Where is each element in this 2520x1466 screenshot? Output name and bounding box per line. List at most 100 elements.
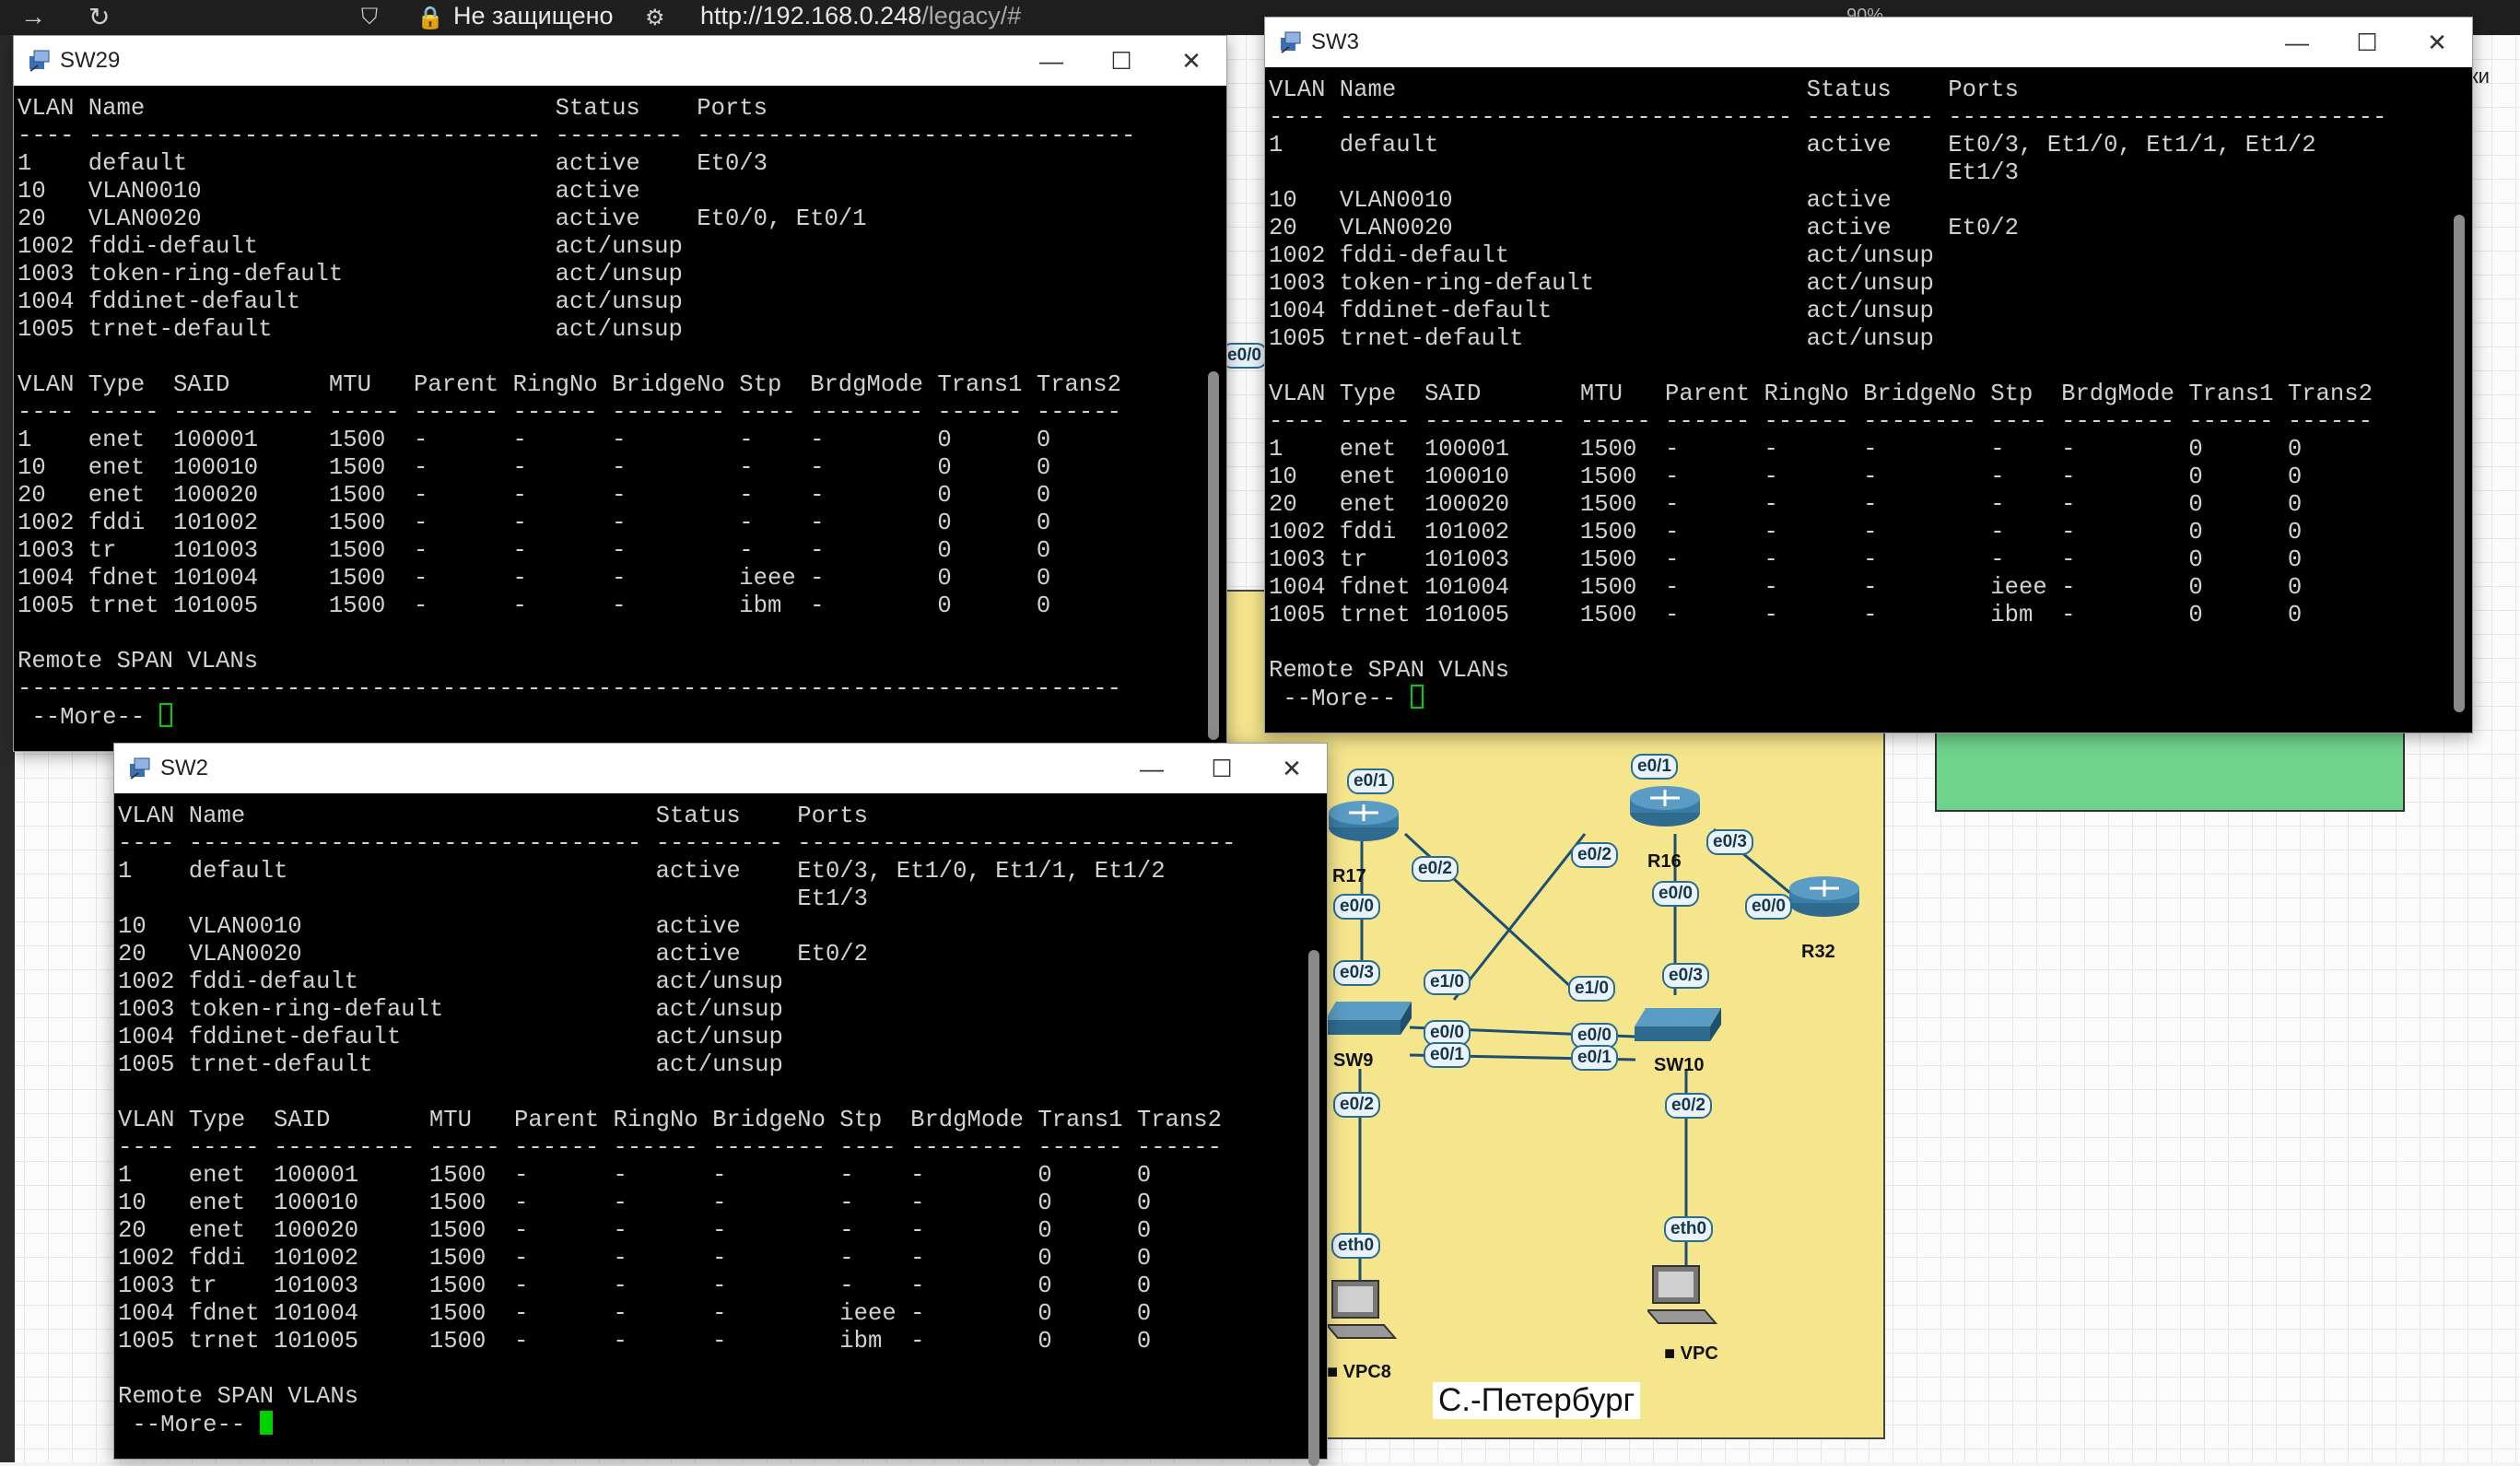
terminal-line: VLAN Name Status Ports — [1269, 76, 2020, 103]
terminal-line: 1005 trnet-default act/unsup — [1269, 325, 1934, 352]
scrollbar[interactable] — [1301, 793, 1327, 1466]
terminal-line: 20 enet 100020 1500 - - - - - 0 0 — [118, 1217, 1152, 1244]
port-label: e0/1 — [1571, 1045, 1618, 1071]
switch-icon[interactable] — [1633, 997, 1725, 1043]
port-label: e0/3 — [1706, 829, 1753, 855]
terminal-line: 10 VLAN0010 active — [118, 913, 741, 940]
terminal-line: Remote SPAN VLANs — [1269, 657, 1510, 684]
port-label: eth0 — [1664, 1216, 1714, 1242]
terminal-line: 20 enet 100020 1500 - - - - - 0 0 — [18, 482, 1051, 509]
terminal-line: 1003 tr 101003 1500 - - - - - 0 0 — [118, 1272, 1152, 1299]
maximize-icon[interactable]: ☐ — [1187, 747, 1257, 790]
router-icon[interactable] — [1628, 785, 1702, 831]
terminal-line: ---- ----- ---------- ----- ------ -----… — [1269, 408, 2373, 435]
port-label: e0/3 — [1333, 960, 1380, 986]
terminal-line: 1 default active Et0/3, Et1/0, Et1/1, Et… — [118, 858, 1166, 885]
terminal-cursor — [1410, 685, 1424, 709]
device-label-r16: R16 — [1647, 851, 1682, 872]
terminal-line: VLAN Type SAID MTU Parent RingNo BridgeN… — [18, 371, 1121, 398]
more-prompt: --More-- — [18, 703, 1201, 732]
terminal-line: 1002 fddi 101002 1500 - - - - - 0 0 — [18, 510, 1051, 536]
port-label: e1/0 — [1568, 976, 1615, 1002]
maximize-icon[interactable]: ☐ — [1086, 40, 1156, 82]
terminal-line: VLAN Type SAID MTU Parent RingNo BridgeN… — [118, 1107, 1222, 1133]
terminal-line: 1 default active Et0/3 — [18, 150, 768, 177]
terminal-output[interactable]: VLAN Name Status Ports ---- -------------… — [1265, 67, 2446, 733]
maximize-icon[interactable]: ☐ — [2332, 21, 2402, 64]
terminal-window-sw3[interactable]: SW3 — ☐ ✕ VLAN Name Status Ports ---- ---… — [1264, 17, 2473, 733]
port-label: e0/2 — [1665, 1093, 1712, 1119]
terminal-line: VLAN Name Status Ports — [118, 803, 869, 829]
terminal-line: VLAN Type SAID MTU Parent RingNo BridgeN… — [1269, 381, 2373, 407]
pc-icon[interactable] — [1647, 1262, 1721, 1336]
device-label-r32: R32 — [1801, 942, 1835, 962]
port-label: e0/2 — [1412, 856, 1459, 882]
switch-icon[interactable] — [1323, 991, 1415, 1037]
terminal-line: 1003 tr 101003 1500 - - - - - 0 0 — [18, 537, 1051, 564]
terminal-line: 1005 trnet 101005 1500 - - - ibm - 0 0 — [118, 1328, 1152, 1355]
terminal-line: 1 enet 100001 1500 - - - - - 0 0 — [18, 427, 1051, 453]
scrollbar-thumb[interactable] — [2454, 215, 2465, 712]
more-prompt: --More-- — [118, 1411, 1301, 1439]
window-titlebar[interactable]: SW29 — ☐ ✕ — [14, 36, 1226, 86]
device-label-r17: R17 — [1332, 866, 1366, 886]
terminal-output[interactable]: VLAN Name Status Ports ---- -------------… — [14, 86, 1201, 751]
more-prompt: --More-- — [1269, 685, 2446, 713]
terminal-line: ---- -------------------------------- --… — [118, 830, 1237, 857]
window-titlebar[interactable]: SW2 — ☐ ✕ — [114, 744, 1327, 793]
minimize-icon[interactable]: — — [1016, 40, 1086, 82]
terminal-line: 1004 fddinet-default act/unsup — [118, 1024, 783, 1050]
close-icon[interactable]: ✕ — [1156, 40, 1226, 82]
vpc-name: VPC — [1680, 1343, 1718, 1364]
minimize-icon[interactable]: — — [1117, 747, 1187, 790]
window-title: SW3 — [1311, 29, 1360, 54]
minimize-icon[interactable]: — — [2262, 21, 2332, 64]
terminal-line: 1004 fdnet 101004 1500 - - - ieee - 0 0 — [118, 1300, 1152, 1327]
port-label: e0/1 — [1424, 1042, 1471, 1068]
terminal-line: 1003 token-ring-default act/unsup — [18, 261, 683, 287]
port-label: e0/0 — [1652, 881, 1699, 907]
terminal-app-icon — [130, 757, 150, 780]
terminal-line: 1004 fddinet-default act/unsup — [1269, 298, 1934, 324]
terminal-line: ---- -------------------------------- --… — [18, 123, 1136, 149]
device-label-vpc: ■ VPC — [1664, 1343, 1718, 1364]
terminal-line: 1 enet 100001 1500 - - - - - 0 0 — [1269, 436, 2303, 463]
terminal-line: 1002 fddi-default act/unsup — [18, 233, 683, 260]
terminal-line: 1004 fddinet-default act/unsup — [18, 288, 683, 315]
terminal-line: 1003 tr 101003 1500 - - - - - 0 0 — [1269, 546, 2303, 573]
pc-icon[interactable] — [1327, 1277, 1401, 1351]
device-label-vpc8: ■ VPC8 — [1327, 1362, 1391, 1382]
terminal-line: 10 enet 100010 1500 - - - - - 0 0 — [18, 454, 1051, 481]
port-label: e0/0 — [1221, 343, 1268, 369]
terminal-window-sw2[interactable]: SW2 — ☐ ✕ VLAN Name Status Ports ---- ---… — [113, 743, 1328, 1466]
terminal-line: 1002 fddi 101002 1500 - - - - - 0 0 — [1269, 519, 2303, 545]
port-label: e0/0 — [1745, 894, 1792, 920]
terminal-line: 1 default active Et0/3, Et1/0, Et1/1, Et… — [1269, 132, 2316, 158]
close-icon[interactable]: ✕ — [2402, 21, 2472, 64]
terminal-line: 1005 trnet-default act/unsup — [18, 316, 683, 343]
scrollbar[interactable] — [1201, 86, 1226, 751]
router-icon[interactable] — [1327, 800, 1401, 846]
terminal-line: 1005 trnet-default act/unsup — [118, 1051, 783, 1078]
terminal-line: Remote SPAN VLANs — [118, 1383, 359, 1410]
terminal-line: 20 VLAN0020 active Et0/2 — [1269, 215, 2020, 241]
router-icon[interactable] — [1787, 875, 1861, 921]
terminal-output[interactable]: VLAN Name Status Ports ---- -------------… — [114, 793, 1301, 1459]
scrollbar[interactable] — [2446, 67, 2472, 733]
port-label: e1/0 — [1424, 969, 1471, 995]
scrollbar-thumb[interactable] — [1208, 371, 1219, 740]
port-label: e0/1 — [1347, 768, 1394, 794]
close-icon[interactable]: ✕ — [1257, 747, 1327, 790]
port-label: eth0 — [1331, 1233, 1381, 1259]
more-text: --More-- — [1269, 686, 1411, 712]
terminal-line: 20 VLAN0020 active Et0/2 — [118, 941, 869, 968]
terminal-cursor — [158, 703, 172, 727]
port-label: e0/2 — [1571, 842, 1618, 868]
terminal-line: 10 VLAN0010 active — [18, 178, 640, 205]
window-titlebar[interactable]: SW3 — ☐ ✕ — [1265, 18, 2472, 67]
terminal-window-sw29[interactable]: SW29 — ☐ ✕ VLAN Name Status Ports ---- --… — [13, 35, 1227, 752]
terminal-line: 10 VLAN0010 active — [1269, 187, 1892, 214]
port-label: e0/3 — [1662, 963, 1709, 989]
scrollbar-thumb[interactable] — [1308, 950, 1319, 1466]
